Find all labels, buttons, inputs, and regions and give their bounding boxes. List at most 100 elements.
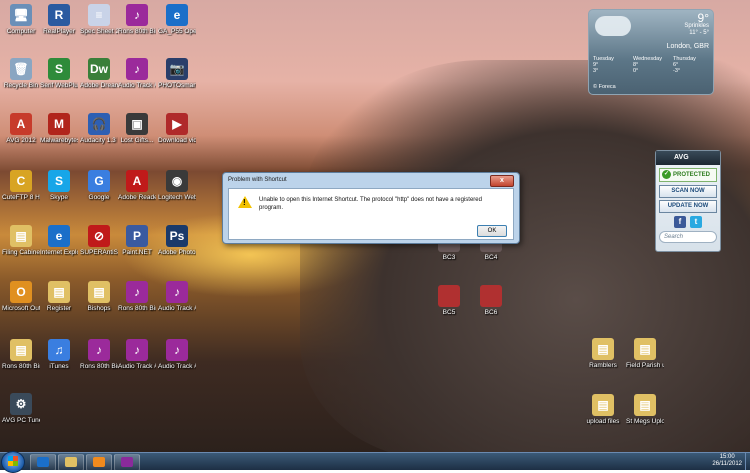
desktop-icon-label: Field Parish upload [626,362,664,369]
forecast-day: Thursday 6° -3° [673,56,711,74]
desktop-icon[interactable]: ▤ Ramblers [584,338,622,370]
clock[interactable]: 15:00 26/11/2012 [712,454,742,468]
desktop-icon[interactable]: O Microsoft Outlook 2010 [2,281,40,313]
avg-search-input[interactable]: Search [659,231,717,243]
warning-icon-mark: ! [243,198,246,207]
desktop-icon-label: Adobe Photosh... [158,249,196,256]
desktop-icon-image: O [10,281,32,303]
update-now-button[interactable]: UPDATE NOW [659,200,717,213]
desktop-icon[interactable]: e GA_P55 Operating... [158,4,196,36]
desktop-icon[interactable]: BC5 [430,285,468,317]
facebook-icon[interactable]: f [674,216,686,228]
desktop-icon-label: Rons 80th Birthday_p... [2,363,40,370]
scan-now-button[interactable]: SCAN NOW [659,185,717,198]
desktop-icon-image: ♪ [126,4,148,26]
desktop-icon-label: BC5 [442,309,456,316]
desktop-icon[interactable]: ⊘ SUPERAntiSpy... Free Edition [80,225,118,257]
desktop-icon[interactable]: ♪ Rons 80th Birthday [118,4,156,36]
close-button[interactable]: x [490,175,514,187]
app-icon [121,457,133,467]
desktop-icon-image: ▤ [634,338,656,360]
desktop-icon[interactable]: P Paint.NET [118,225,156,257]
desktop-icon[interactable]: ▤ St Megs Upload [626,394,664,426]
weather-source[interactable]: © Foreca [593,84,616,90]
desktop-icon[interactable]: ≡ Spec Sheet 2 [80,4,118,36]
taskbar-mediaplayer-button[interactable] [86,454,112,471]
desktop-icon[interactable]: e Internet Explorer [40,225,78,257]
desktop-icon[interactable]: ♪ Audio Track #3 [158,281,196,313]
desktop-icon[interactable]: 🎧 Audacity 1.3 Beta (Unic... [80,113,118,145]
desktop-icon[interactable]: ◉ Logitech Webca... [158,170,196,202]
desktop-icon-label: BC3 [442,254,456,261]
start-button[interactable] [1,451,25,473]
desktop-icon[interactable]: 🗑 Recycle Bin [2,58,40,90]
desktop-icon-label: Rons 80th Birthday [118,28,156,35]
weather-range: 11° - 5° [689,30,709,36]
desktop-icon-label: Audacity 1.3 Beta (Unic... [80,137,118,144]
ok-button[interactable]: OK [477,225,507,237]
taskbar-explorer-button[interactable] [58,454,84,471]
desktop-icon-label: Audio Track #8 [118,82,156,89]
desktop-icon[interactable]: ▤ Bishops [80,281,118,313]
desktop-icon-image: ▶ [166,113,188,135]
desktop-icon[interactable]: ▤ Filing Cabinet [2,225,40,257]
desktop-icon-image: ▣ [126,113,148,135]
twitter-icon[interactable]: t [690,216,702,228]
taskbar-ie-button[interactable] [30,454,56,471]
desktop-icon[interactable]: ▤ Register [40,281,78,313]
desktop-icon-image: A [10,113,32,135]
desktop-icon[interactable]: ♪ Audio Track #8 [118,58,156,90]
desktop-icon[interactable]: C CuteFTP 8 Home [2,170,40,202]
desktop-icon-label: Skype [49,194,69,201]
desktop-icon[interactable]: ♪ Rons 80th Birthday [80,339,118,371]
desktop-icon-image: Ps [166,225,188,247]
clock-date: 26/11/2012 [712,461,742,467]
desktop-icon[interactable]: ▶ Download video on... [158,113,196,145]
desktop-icon[interactable]: BC6 [472,285,510,317]
desktop-icon[interactable]: Dw Adobe Dreamwea... [80,58,118,90]
desktop-icon[interactable]: Ps Adobe Photosh... [158,225,196,257]
dialog-message: Unable to open this Internet Shortcut. T… [259,197,482,211]
desktop-icon[interactable]: G Google [80,170,118,202]
desktop-icon-label: Rons 80th Birthday [118,305,156,312]
desktop-icon[interactable]: M Malwarebytes Anti-Malw... [40,113,78,145]
desktop-icon[interactable]: ▤ Rons 80th Birthday_p... [2,339,40,371]
desktop-icon[interactable]: S Serif WebPlus X5 [40,58,78,90]
desktop-icon-image: 🗑 [10,58,32,80]
forecast-day: Tuesday 9° 3° [593,56,631,74]
desktop-icon-label: Adobe Reader 9 [118,194,156,201]
taskbar: 15:00 26/11/2012 [0,451,750,473]
desktop-icon-label: Audio Track #12 [118,363,156,370]
dialog-title: Problem with Shortcut [228,177,287,183]
show-desktop-button[interactable] [745,453,750,470]
desktop-icon-image: G [88,170,110,192]
desktop-icon-label: Google [88,194,110,201]
desktop-icon[interactable]: ♫ iTunes [40,339,78,371]
desktop-icon-label: Rons 80th Birthday [80,363,118,370]
desktop-icon[interactable]: A AVG 2012 [2,113,40,145]
desktop-icon[interactable]: S Skype [40,170,78,202]
desktop-icon-image: ▤ [10,339,32,361]
desktop-icon[interactable]: 🖥 Computer [2,4,40,36]
desktop-icon[interactable]: A Adobe Reader 9 [118,170,156,202]
desktop-icon[interactable]: ▣ Lost Gifts... [118,113,156,145]
desktop-icon[interactable]: ▤ upload files [584,394,622,426]
desktop-icon[interactable]: ▤ Field Parish upload [626,338,664,370]
forecast-low: -3° [673,68,681,74]
desktop-icon-image: e [166,4,188,26]
dialog-body: ! Unable to open this Internet Shortcut.… [228,188,514,240]
desktop-icon-label: Recycle Bin [3,82,39,89]
desktop-icon[interactable]: ⚙ AVG PC Tuneup 2011 [2,393,40,425]
desktop-icon[interactable]: R RealPlayer [40,4,78,36]
desktop-icon-label: iTunes [49,363,69,370]
desktop-icon[interactable]: ♪ Audio Track #12 [118,339,156,371]
desktop-icon[interactable]: ♪ Rons 80th Birthday [118,281,156,313]
weather-gadget[interactable]: 9° Sprinkles 11° - 5° London, GBR Tuesda… [588,9,714,95]
desktop-icon-image: ▤ [592,338,614,360]
desktop-icon[interactable]: 📷 PHOTOsmart 2.0 SE [158,58,196,90]
desktop-icon-image: ▤ [48,281,70,303]
desktop-icon[interactable]: ♪ Audio Track #10 [158,339,196,371]
taskbar-app-button[interactable] [114,454,140,471]
desktop-icon-label: SUPERAntiSpy... Free Edition [80,249,118,256]
desktop-icon-label: AVG 2012 [6,137,36,144]
